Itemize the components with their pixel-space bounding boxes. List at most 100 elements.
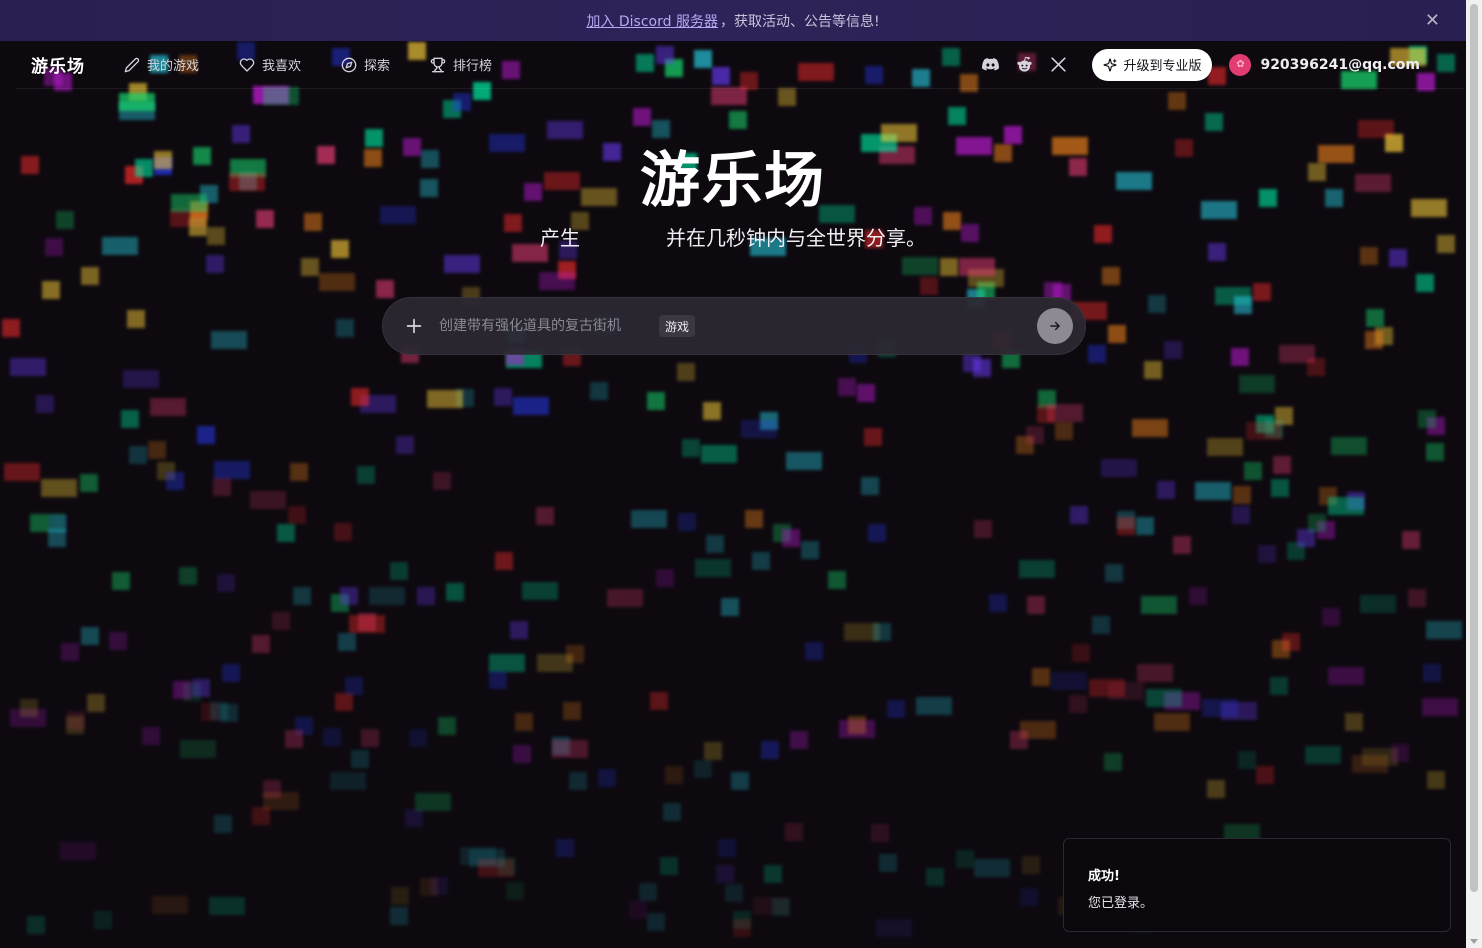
pixel-particle [369,587,405,605]
page-scrollbar[interactable] [1466,0,1482,948]
pixel-particle [1102,267,1120,285]
pixel-particle [656,569,674,587]
pixel-particle [786,452,822,470]
pixel-particle [1331,437,1367,455]
pixel-particle [252,635,270,653]
pixel-particle [433,472,451,490]
user-menu[interactable]: ✿ 920396241@qq.com [1229,53,1420,76]
pixel-particle [828,571,846,589]
nav-item-favorites[interactable]: 我喜欢 [239,55,301,74]
pixel-particle [682,439,700,457]
pixel-particle [1094,225,1112,243]
pixel-particle [857,384,875,402]
pixel-particle [420,878,438,896]
pixel-particle [1132,419,1168,437]
reddit-icon[interactable] [1014,55,1034,75]
pixel-particle [1328,497,1364,515]
pixel-particle [838,378,856,396]
pixel-particle [27,916,45,934]
pixel-particle [207,227,225,245]
pixel-particle [20,699,38,717]
pixel-particle [1437,235,1455,253]
pixel-particle [290,463,308,481]
discord-server-link[interactable]: 加入 Discord 服务器 [586,11,718,31]
pixel-particle [180,740,216,758]
pixel-particle [494,388,512,406]
pixel-particle [94,911,112,929]
arrow-right-icon [1050,321,1060,331]
nav-item-leaderboard[interactable]: 排行榜 [430,55,492,74]
pixel-particle [48,529,66,547]
pixel-particle [1148,295,1166,313]
scroll-down-arrow-icon[interactable] [1470,939,1478,944]
pixel-particle [1239,375,1275,393]
pixel-particle [510,621,528,639]
pixel-particle [1232,506,1250,524]
pixel-particle [902,257,938,275]
pixel-particle [1101,459,1137,477]
pixel-particle [741,420,777,438]
scrollbar-thumb[interactable] [1470,4,1478,892]
pixel-particle [142,727,160,745]
pixel-particle [752,552,770,570]
announcement-banner: 加入 Discord 服务器 ，获取活动、公告等信息! ✕ [0,0,1466,41]
pixel-particle [1307,358,1325,376]
prompt-type-tag[interactable]: 游戏 [659,315,696,337]
nav-item-my-games[interactable]: 我的游戏 [124,55,199,74]
close-icon[interactable]: ✕ [1425,10,1440,31]
pixel-particle [729,111,747,129]
pixel-particle [1360,595,1396,613]
pixel-particle [1423,664,1441,682]
pixel-particle [506,882,524,900]
pixel-particle [277,524,295,542]
pixel-particle [801,541,819,559]
pixel-particle [323,728,341,746]
pixel-particle [335,693,353,711]
pixel-particle [1019,560,1055,578]
pixel-particle [42,281,60,299]
nav-item-label: 排行榜 [453,59,493,74]
pixel-particle [761,741,779,759]
pixel-particle [1427,771,1445,789]
pixel-particle [785,823,803,841]
pixel-particle [718,839,736,857]
pixel-particle [1426,621,1462,639]
nav-item-explore[interactable]: 探索 [341,55,390,74]
nav-item-label: 我喜欢 [262,59,302,74]
pixel-particle [495,552,513,570]
pixel-particle [647,913,665,931]
pixel-particle [1195,482,1231,500]
pixel-particle [1020,888,1038,906]
pixel-particle [1205,113,1223,131]
pixel-particle [1365,331,1383,349]
pixel-particle [1092,616,1110,634]
pixel-particle [778,88,796,106]
pixel-particle [1022,856,1040,874]
pixel-particle [173,681,191,699]
pixel-particle [706,535,724,553]
upgrade-pro-button[interactable]: 升级到专业版 [1092,48,1213,81]
pixel-particle [166,472,184,490]
pixel-particle [920,277,938,295]
pixel-particle [974,859,1010,877]
pixel-particle [67,711,85,729]
pixel-particle [288,506,306,524]
pixel-particle [1256,766,1274,784]
pixel-particle [1154,713,1190,731]
pixel-particle [1308,514,1326,532]
pixel-particle [361,729,379,747]
pixel-particle [1051,672,1087,690]
pixel-particle [731,772,749,790]
brand-logo[interactable]: 游乐场 [31,52,85,77]
pixel-particle [1389,249,1407,267]
discord-icon[interactable] [980,55,1000,75]
pixel-particle [956,850,974,868]
x-icon[interactable] [1048,55,1068,75]
pixel-particle [1105,564,1123,582]
prompt-input[interactable] [439,318,659,334]
send-button[interactable] [1037,308,1073,344]
pixel-particle [36,395,54,413]
pixel-particle [127,310,145,328]
plus-icon[interactable] [403,315,425,337]
pixel-particle [1207,438,1243,456]
